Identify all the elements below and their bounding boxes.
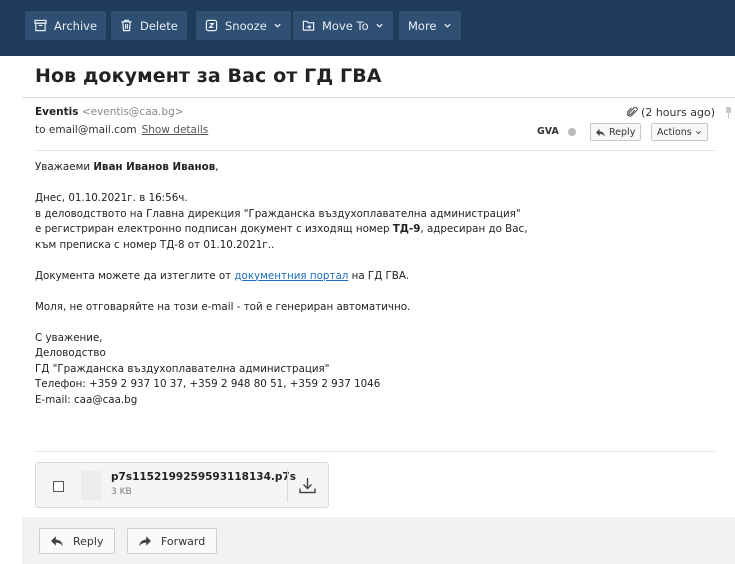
forward-label: Forward [161,534,206,548]
forward-icon [139,536,151,547]
greeting: Уважаеми Иван Иванов Иванов, [35,160,715,176]
body-line: Документа можете да изтеглите от докумен… [35,269,715,285]
delete-label: Delete [140,18,178,33]
body-text: , адресиран до Вас, [420,223,528,235]
delete-button[interactable]: Delete [111,11,187,40]
body-line: към преписка с номер ТД-8 от 01.10.2021г… [35,238,275,251]
recipient-name: Иван Иванов Иванов [93,161,216,173]
body-text: на ГД ГВА. [348,269,410,282]
more-label: More [408,18,437,33]
message-subject: Нов документ за Вас от ГД ГВА [35,65,382,87]
reply-button[interactable]: Reply [39,528,116,554]
reply-small-label: Reply [609,126,636,138]
reply-small-button[interactable]: Reply [590,123,642,141]
toolbar: Archive Delete Snooze Move To More [0,0,735,56]
sender-email[interactable]: <eventis@caa.bg> [82,106,184,118]
body-line: Моля, не отговаряйте на този e-mail - то… [35,300,411,313]
snooze-label: Snooze [225,18,267,33]
body-line: Днес, 01.10.2021г. в 16:56ч. [35,192,188,204]
signature-line: Телефон: +359 2 937 10 37, +359 2 948 80… [35,378,381,390]
chevron-down-icon [274,23,281,28]
actions-button[interactable]: Actions [651,123,708,141]
archive-icon [34,19,47,32]
chevron-down-icon [695,130,701,134]
more-button[interactable]: More [399,11,461,40]
divider [287,469,288,502]
message-footer: Reply Forward [22,517,735,564]
attachment-checkbox[interactable] [53,481,64,492]
time-label: (2 hours ago) [641,106,715,119]
label-tag: GVA [537,126,559,137]
forward-button[interactable]: Forward [127,528,218,554]
divider [35,451,715,452]
recipient-row: to email@mail.com Show details [35,124,208,136]
snooze-button[interactable]: Snooze [196,11,291,40]
document-number: ТД-9 [392,223,421,235]
body-text: е регистриран електронно подписан докуме… [35,223,393,235]
greeting-suffix: , [215,161,219,173]
paperclip-icon [627,107,638,117]
chevron-down-icon [375,23,383,28]
file-icon [81,471,102,500]
move-to-button[interactable]: Move To [293,11,393,40]
status-dot [568,128,576,136]
sender: Eventis <eventis@caa.bg> [35,106,184,118]
chevron-down-icon [443,23,451,28]
greeting-prefix: Уважаеми [35,161,94,173]
body-line: е регистриран електронно подписан докуме… [35,222,715,238]
archive-button[interactable]: Archive [25,11,107,40]
reply-icon [51,536,63,547]
signature-line: С уважение, [35,331,103,344]
show-details-link[interactable]: Show details [142,124,209,136]
sender-name[interactable]: Eventis [35,106,78,118]
trash-icon [121,19,132,32]
archive-label: Archive [54,18,98,33]
body-text: Документа можете да изтеглите от [35,269,235,282]
move-to-label: Move To [322,18,369,33]
signature-line: ГД "Гражданска въздухоплавателна админис… [35,362,330,375]
attachment-card[interactable]: p7s1152199259593118134.p7s 3 KB [35,462,329,508]
attachment-name[interactable]: p7s1152199259593118134.p7s [111,471,296,483]
reply-icon [596,128,605,137]
document-portal-link[interactable]: документния портал [234,270,348,282]
message-body: Уважаеми Иван Иванов Иванов, Днес, 01.10… [35,160,715,408]
pin-icon[interactable] [724,107,733,119]
attachment-size: 3 KB [111,487,132,497]
recipient: to email@mail.com [35,124,137,136]
download-icon[interactable] [297,475,318,496]
signature-line: Деловодство [35,347,106,359]
clock-icon [205,19,218,32]
body-line: в деловодството на Главна дирекция "Граж… [35,207,521,220]
divider [22,97,735,98]
message-time: (2 hours ago) [627,106,715,119]
signature-line: E-mail: caa@caa.bg [35,393,138,406]
divider [35,150,715,151]
folder-move-icon [302,20,315,31]
reply-label: Reply [73,534,104,548]
actions-label: Actions [657,126,692,138]
